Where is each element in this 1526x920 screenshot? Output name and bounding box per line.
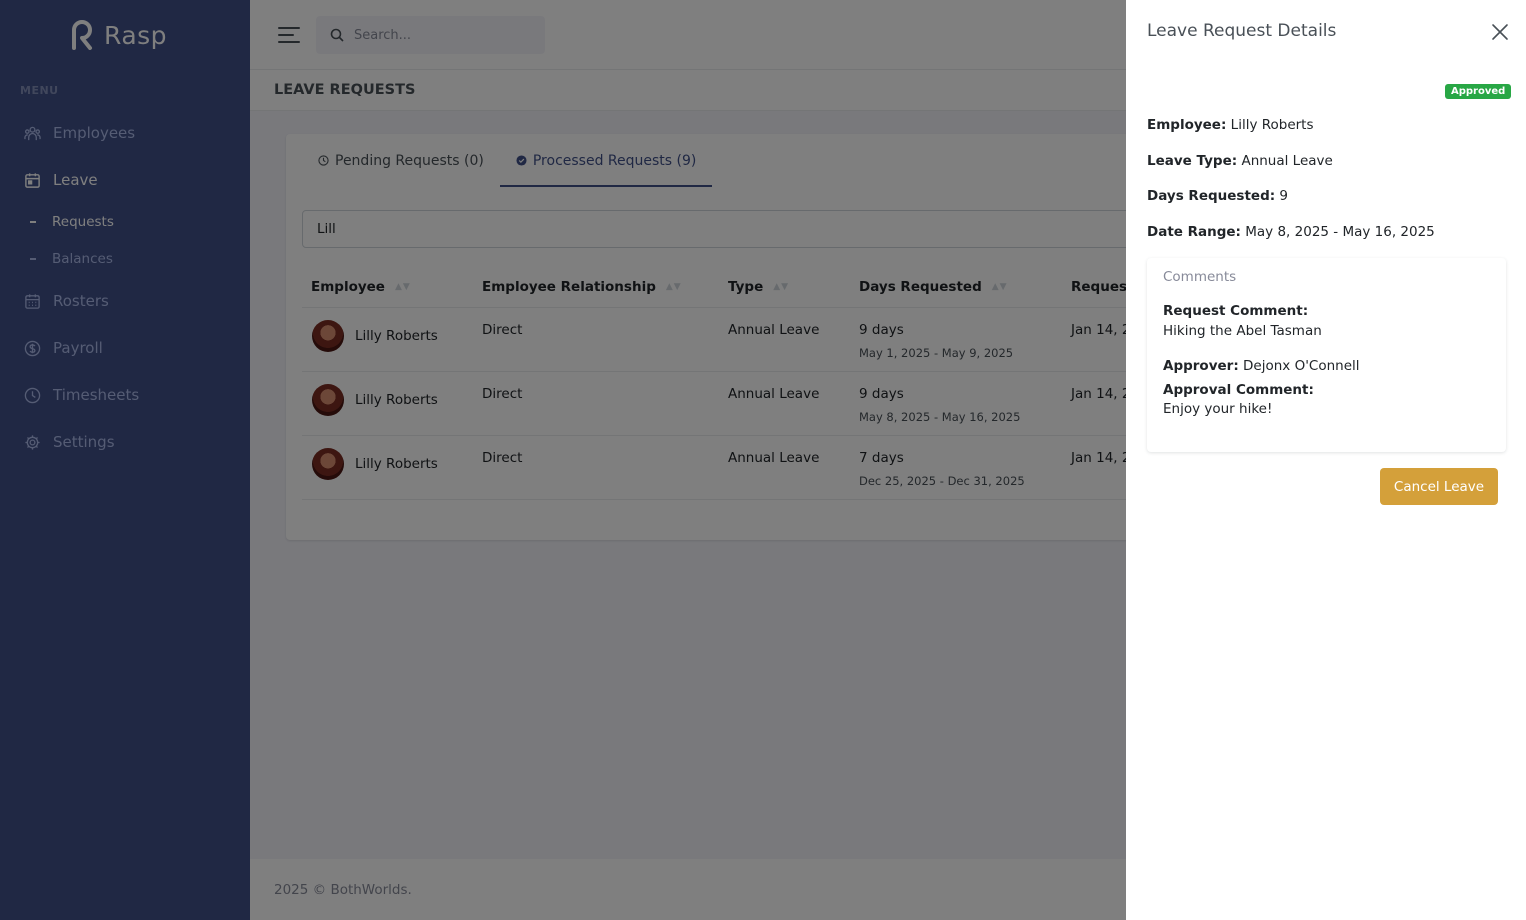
request-comment-label: Request Comment: bbox=[1163, 303, 1309, 319]
approval-comment: Enjoy your hike! bbox=[1163, 401, 1273, 417]
detail-label: Employee: bbox=[1147, 117, 1227, 133]
comments-title: Comments bbox=[1163, 269, 1237, 285]
detail-value: May 8, 2025 - May 16, 2025 bbox=[1245, 224, 1435, 240]
cancel-leave-button[interactable]: Cancel Leave bbox=[1380, 468, 1498, 505]
approver-name: Dejonx O'Connell bbox=[1243, 358, 1360, 374]
detail-value: 9 bbox=[1279, 188, 1289, 204]
detail-label: Leave Type: bbox=[1147, 153, 1238, 169]
approver: Approver: Dejonx O'Connell bbox=[1163, 358, 1360, 374]
drawer-title: Leave Request Details bbox=[1147, 21, 1337, 41]
detail-value: Annual Leave bbox=[1241, 153, 1333, 169]
approval-comment-label: Approval Comment: bbox=[1163, 382, 1314, 398]
detail-date-range: Date Range: May 8, 2025 - May 16, 2025 bbox=[1147, 224, 1435, 240]
detail-days-requested: Days Requested: 9 bbox=[1147, 188, 1288, 204]
detail-leave-type: Leave Type: Annual Leave bbox=[1147, 153, 1333, 169]
request-comment: Hiking the Abel Tasman bbox=[1163, 323, 1322, 339]
comments-box: Comments Request Comment: Hiking the Abe… bbox=[1147, 258, 1506, 452]
status-badge: Approved bbox=[1445, 84, 1512, 99]
detail-label: Days Requested: bbox=[1147, 188, 1276, 204]
approver-label: Approver: bbox=[1163, 358, 1239, 374]
detail-value: Lilly Roberts bbox=[1230, 117, 1314, 133]
leave-request-details-drawer: Leave Request Details Approved Employee:… bbox=[1126, 0, 1526, 920]
detail-employee: Employee: Lilly Roberts bbox=[1147, 117, 1314, 133]
close-icon[interactable] bbox=[1490, 22, 1510, 42]
detail-label: Date Range: bbox=[1147, 224, 1241, 240]
